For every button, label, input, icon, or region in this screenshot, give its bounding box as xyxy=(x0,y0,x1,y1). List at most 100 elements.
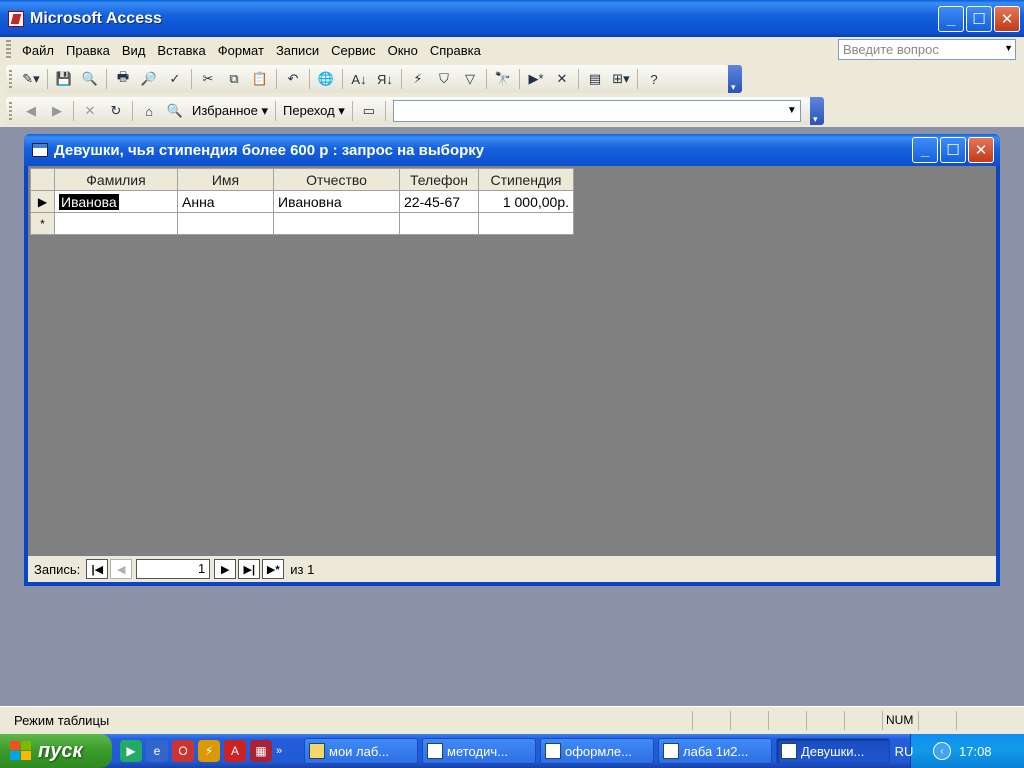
delete-record-icon[interactable]: ✕ xyxy=(551,68,573,90)
paste-icon[interactable]: 📋 xyxy=(249,68,271,90)
database-window-icon[interactable]: ▤ xyxy=(584,68,606,90)
toolbar-options-button[interactable] xyxy=(810,97,824,125)
back-icon[interactable]: ◀ xyxy=(20,100,42,122)
apply-filter-icon[interactable]: ▽ xyxy=(459,68,481,90)
show-hidden-icons-icon[interactable]: ‹ xyxy=(933,742,951,760)
task-button-active[interactable]: Девушки... xyxy=(776,738,890,764)
search-web-icon[interactable]: 🔍 xyxy=(164,100,186,122)
save-icon[interactable]: 💾 xyxy=(53,68,75,90)
language-indicator[interactable]: RU xyxy=(889,744,919,759)
filter-by-selection-icon[interactable]: ⚡ xyxy=(407,68,429,90)
column-header[interactable]: Стипендия xyxy=(478,168,574,191)
menu-format[interactable]: Формат xyxy=(212,43,270,58)
forward-icon[interactable]: ▶ xyxy=(46,100,68,122)
new-cell[interactable] xyxy=(177,212,274,235)
toolbar-options-button[interactable] xyxy=(728,65,742,93)
address-input[interactable]: ▼ xyxy=(392,100,801,122)
stop-icon[interactable]: ✕ xyxy=(79,100,101,122)
acrobat-icon[interactable]: A xyxy=(224,740,246,762)
winamp-icon[interactable]: ⚡ xyxy=(198,740,220,762)
file-search-icon[interactable]: 🔍 xyxy=(79,68,101,90)
menu-edit[interactable]: Правка xyxy=(60,43,116,58)
print-preview-icon[interactable]: 🔎 xyxy=(138,68,160,90)
new-object-icon[interactable]: ⊞▾ xyxy=(610,68,632,90)
last-record-button[interactable]: ▶| xyxy=(238,559,261,579)
start-button[interactable]: пуск xyxy=(0,734,112,768)
refresh-icon[interactable]: ↻ xyxy=(105,100,127,122)
cut-icon[interactable]: ✂ xyxy=(197,68,219,90)
favorites-menu[interactable]: Избранное ▾ xyxy=(192,103,268,119)
browser-icon[interactable]: e xyxy=(146,740,168,762)
cell-name[interactable]: Анна xyxy=(177,190,274,213)
app-title-bar[interactable]: Microsoft Access _ ☐ ✕ xyxy=(0,0,1024,37)
menu-view[interactable]: Вид xyxy=(116,43,152,58)
next-record-button[interactable]: ▶ xyxy=(214,559,237,579)
menu-help[interactable]: Справка xyxy=(424,43,487,58)
chevron-down-icon[interactable]: ▼ xyxy=(787,105,797,116)
access-app-icon[interactable] xyxy=(8,10,24,27)
record-number-input[interactable]: 1 xyxy=(136,559,211,579)
menu-tools[interactable]: Сервис xyxy=(325,43,382,58)
sort-ascending-icon[interactable]: A↓ xyxy=(348,68,370,90)
spelling-icon[interactable]: ✓ xyxy=(164,68,186,90)
query-close-button[interactable]: ✕ xyxy=(968,137,994,163)
media-player-icon[interactable]: ▶ xyxy=(120,740,142,762)
column-header[interactable]: Отчество xyxy=(273,168,400,191)
sort-descending-icon[interactable]: Я↓ xyxy=(374,68,396,90)
copy-icon[interactable]: ⧉ xyxy=(223,68,245,90)
go-menu[interactable]: Переход ▾ xyxy=(283,103,345,119)
view-design-icon[interactable]: ✎▾ xyxy=(20,68,42,90)
clock[interactable]: 17:08 xyxy=(959,744,992,759)
chevron-down-icon[interactable]: ▼ xyxy=(1004,43,1013,53)
toolbar-grip[interactable] xyxy=(9,102,12,120)
filter-by-form-icon[interactable]: ⛉ xyxy=(433,68,455,90)
query-minimize-button[interactable]: _ xyxy=(912,137,938,163)
app-minimize-button[interactable]: _ xyxy=(938,6,964,32)
new-cell[interactable] xyxy=(54,212,178,235)
task-button[interactable]: методич... xyxy=(422,738,536,764)
menu-file[interactable]: Файл xyxy=(16,43,60,58)
cell-phone[interactable]: 22-45-67 xyxy=(399,190,479,213)
column-header[interactable]: Телефон xyxy=(399,168,479,191)
cell-stipend[interactable]: 1 000,00р. xyxy=(478,190,574,213)
column-header[interactable]: Имя xyxy=(177,168,274,191)
find-icon[interactable]: 🔭 xyxy=(492,68,514,90)
print-icon[interactable]: 🖶 xyxy=(112,68,134,90)
new-cell[interactable] xyxy=(478,212,574,235)
task-button[interactable]: лаба 1и2... xyxy=(658,738,772,764)
menu-insert[interactable]: Вставка xyxy=(151,43,211,58)
home-icon[interactable]: ⌂ xyxy=(138,100,160,122)
select-all-cell[interactable] xyxy=(30,168,55,191)
app-icon[interactable]: ▦ xyxy=(250,740,272,762)
current-record-indicator[interactable]: ▶ xyxy=(30,190,55,213)
opera-icon[interactable]: O xyxy=(172,740,194,762)
help-icon[interactable]: ? xyxy=(643,68,665,90)
query-icon[interactable] xyxy=(32,143,48,157)
show-only-web-toolbar-icon[interactable]: ▭ xyxy=(358,100,380,122)
task-button[interactable]: оформле... xyxy=(540,738,654,764)
hyperlink-icon[interactable]: 🌐 xyxy=(315,68,337,90)
app-close-button[interactable]: ✕ xyxy=(994,6,1020,32)
menu-records[interactable]: Записи xyxy=(270,43,325,58)
first-record-button[interactable]: |◀ xyxy=(86,559,109,579)
new-record-button[interactable]: ▶* xyxy=(262,559,285,579)
menu-grip[interactable] xyxy=(6,40,11,60)
undo-icon[interactable]: ↶ xyxy=(282,68,304,90)
column-header[interactable]: Фамилия xyxy=(54,168,178,191)
new-cell[interactable] xyxy=(399,212,479,235)
ask-question-input[interactable]: Введите вопрос ▼ xyxy=(838,39,1016,60)
cell-patronymic[interactable]: Ивановна xyxy=(273,190,400,213)
new-record-indicator[interactable]: * xyxy=(30,212,55,235)
previous-record-button[interactable]: ◀ xyxy=(110,559,133,579)
quick-launch-more-icon[interactable]: » xyxy=(276,745,282,757)
new-record-icon[interactable]: ▶* xyxy=(525,68,547,90)
menu-window[interactable]: Окно xyxy=(382,43,424,58)
toolbar-grip[interactable] xyxy=(9,70,12,88)
word-document-icon xyxy=(427,743,443,759)
query-window-title-bar[interactable]: Девушки, чья стипендия более 600 р : зап… xyxy=(24,134,1000,166)
new-cell[interactable] xyxy=(273,212,400,235)
task-button[interactable]: мои лаб... xyxy=(304,738,418,764)
cell-surname[interactable]: Иванова xyxy=(54,190,178,213)
app-maximize-button[interactable]: ☐ xyxy=(966,6,992,32)
query-maximize-button[interactable]: ☐ xyxy=(940,137,966,163)
